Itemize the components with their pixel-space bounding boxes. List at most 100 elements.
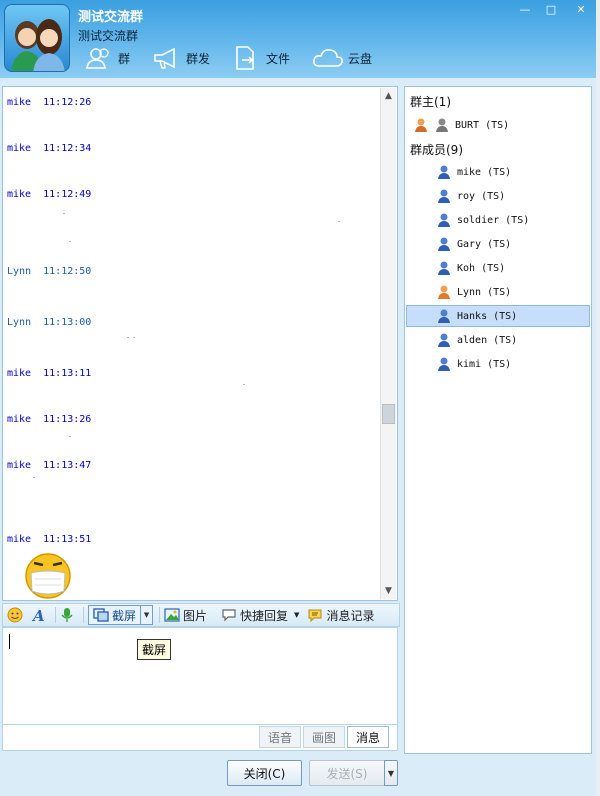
member-item-hanks[interactable]: Hanks (TS) (406, 305, 590, 327)
send-options-dropdown-icon[interactable]: ▼ (384, 760, 398, 786)
scroll-up-icon[interactable]: ▲ (381, 88, 396, 104)
user-avatar-icon (438, 333, 450, 347)
font-button[interactable]: A (30, 605, 49, 625)
user-avatar-icon (438, 189, 450, 203)
history-label: 消息记录 (326, 608, 375, 623)
maximize-icon[interactable]: □ (538, 0, 564, 18)
font-icon: A (31, 607, 45, 623)
user-avatar-icon (438, 213, 450, 227)
user-avatar-icon (438, 165, 450, 179)
quick-reply-label: 快捷回复 (240, 608, 289, 623)
user-avatar-icon (438, 309, 450, 323)
message-header: mike 11:13:47 (7, 460, 92, 471)
tab-message[interactable]: 消息 (347, 726, 389, 748)
message-history-button[interactable]: 消息记录 (307, 605, 374, 625)
member-item-alden[interactable]: alden (TS) (406, 329, 590, 351)
owner-header: 群主(1) (410, 95, 451, 109)
window-controls: — □ ✕ (512, 0, 598, 18)
tab-voice[interactable]: 语音 (259, 726, 301, 748)
emoji-button[interactable] (7, 605, 26, 625)
screenshot-label: 截屏 (112, 608, 137, 623)
message-header: mike 11:12:26 (7, 97, 92, 108)
member-name: soldier (TS) (457, 214, 530, 226)
screenshot-dropdown-icon[interactable]: ▼ (141, 605, 154, 625)
group-icon (86, 48, 109, 69)
title-bar: 测试交流群 测试交流群 — □ ✕ 群 群发 文件 云盘 (0, 0, 600, 78)
quick-reply-dropdown-icon[interactable]: ▼ (294, 611, 299, 619)
cloud-button[interactable]: 云盘 (312, 46, 372, 70)
group-avatar[interactable] (4, 4, 70, 72)
text-caret (9, 634, 10, 649)
member-name: Lynn (TS) (457, 286, 512, 298)
chat-history[interactable]: mike 11:12:26 mike 11:12:34 mike 11:12:4… (2, 86, 398, 601)
scroll-down-icon[interactable]: ▼ (381, 583, 396, 599)
input-mode-tabs: 语音 画图 消息 (2, 725, 398, 751)
minimize-icon[interactable]: — (512, 0, 538, 18)
member-name: Gary (TS) (457, 238, 512, 250)
member-item-mike[interactable]: mike (TS) (406, 161, 590, 183)
group-label: 群 (118, 51, 131, 66)
broadcast-button[interactable]: 群发 (152, 46, 210, 70)
screenshot-button[interactable]: 截屏 (88, 605, 142, 625)
tab-drawing[interactable]: 画图 (303, 726, 345, 748)
member-name: mike (TS) (457, 166, 512, 178)
member-item-lynn[interactable]: Lynn (TS) (406, 281, 590, 303)
image-label: 图片 (183, 608, 208, 623)
cloud-label: 云盘 (348, 51, 373, 66)
history-icon (308, 609, 322, 622)
member-item-roy[interactable]: roy (TS) (406, 185, 590, 207)
window-edge (596, 0, 600, 796)
member-item-soldier[interactable]: soldier (TS) (406, 209, 590, 231)
quick-reply-button[interactable]: 快捷回复 ▼ (221, 605, 299, 625)
female-user-avatar-icon (438, 285, 450, 299)
microphone-icon (61, 608, 73, 622)
message-header: mike 11:13:51 (7, 534, 92, 545)
megaphone-icon (154, 47, 175, 69)
message-header: Lynn 11:12:50 (7, 266, 92, 277)
send-button[interactable]: 发送(S) (309, 760, 385, 786)
chat-scrollbar[interactable]: ▲ ▼ (380, 88, 396, 599)
cloud-icon (313, 49, 343, 67)
file-label: 文件 (266, 51, 291, 66)
member-item-koh[interactable]: Koh (TS) (406, 257, 590, 279)
input-toolbar: A 截屏 ▼ 图片 快捷回复 ▼ 消息记录 (2, 603, 400, 627)
group-subtitle: 测试交流群 (78, 29, 139, 43)
member-item-kimi[interactable]: kimi (TS) (406, 353, 590, 375)
user-avatar-icon (438, 357, 450, 371)
member-name: roy (TS) (457, 190, 506, 202)
svg-text:A: A (31, 607, 45, 623)
broadcast-label: 群发 (186, 51, 211, 66)
message-header: mike 11:12:49 (7, 189, 92, 200)
divider (83, 607, 84, 623)
user-avatar-icon (436, 118, 448, 132)
close-icon[interactable]: ✕ (564, 0, 598, 18)
group-name: 测试交流群 (78, 10, 144, 25)
close-button[interactable]: 关闭(C) (227, 760, 302, 786)
member-name: Hanks (TS) (457, 310, 518, 322)
image-icon (164, 608, 180, 622)
file-button[interactable]: 文件 (232, 45, 290, 71)
speech-bubble-icon (222, 609, 236, 622)
screenshot-tooltip: 截屏 (137, 639, 172, 660)
top-toolbar: 群 群发 文件 云盘 (84, 45, 394, 71)
member-name: BURT (TS) (455, 119, 510, 131)
message-header: mike 11:13:11 (7, 368, 92, 379)
screenshot-icon (93, 608, 109, 622)
scroll-thumb[interactable] (382, 404, 395, 424)
owner-avatar-icon (415, 118, 427, 132)
user-avatar-icon (438, 261, 450, 275)
divider (159, 607, 161, 623)
image-button[interactable]: 图片 (164, 605, 207, 625)
members-header: 群成员(9) (410, 143, 463, 157)
message-input[interactable] (2, 627, 398, 725)
member-item-burt[interactable]: BURT (TS) (413, 114, 589, 136)
group-button[interactable]: 群 (84, 46, 130, 70)
voice-button[interactable] (60, 605, 77, 625)
member-item-gary[interactable]: Gary (TS) (406, 233, 590, 255)
file-icon (236, 46, 254, 70)
masked-face-emoji-icon (25, 553, 71, 599)
user-avatar-icon (438, 237, 450, 251)
message-header: mike 11:12:34 (7, 143, 92, 154)
member-name: Koh (TS) (457, 262, 506, 274)
smiley-icon (7, 607, 23, 623)
